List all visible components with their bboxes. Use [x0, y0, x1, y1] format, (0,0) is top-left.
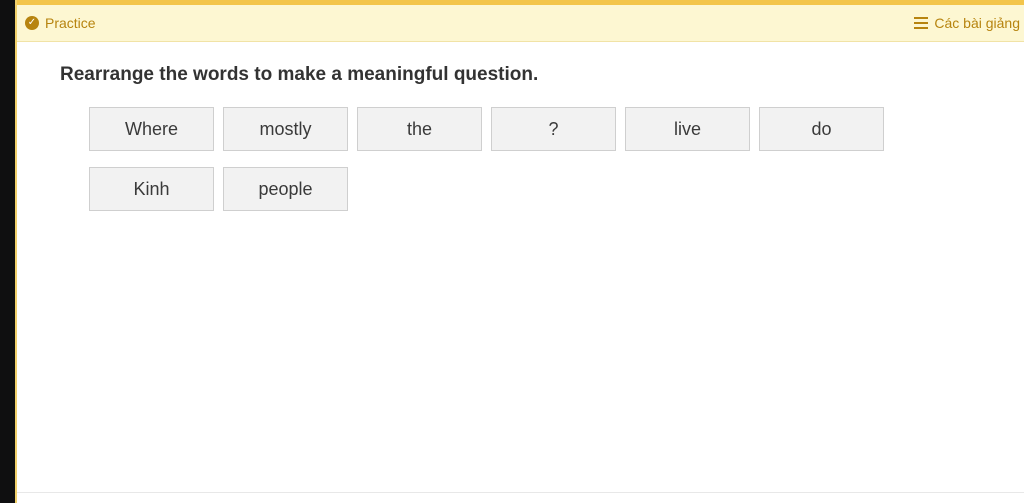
- word-tile[interactable]: mostly: [223, 107, 348, 151]
- lessons-menu[interactable]: Các bài giảng: [914, 15, 1020, 31]
- footer-divider: [17, 492, 1024, 493]
- word-tile[interactable]: Where: [89, 107, 214, 151]
- word-tile[interactable]: ?: [491, 107, 616, 151]
- menu-icon: [914, 17, 929, 29]
- word-bank: Where mostly the ? live do Kinh people: [89, 107, 909, 211]
- lessons-label: Các bài giảng: [934, 15, 1020, 31]
- word-tile[interactable]: people: [223, 167, 348, 211]
- practice-tab[interactable]: ✓ Practice: [25, 15, 96, 31]
- word-tile[interactable]: the: [357, 107, 482, 151]
- word-tile[interactable]: live: [625, 107, 750, 151]
- practice-label: Practice: [45, 15, 96, 31]
- check-circle-icon: ✓: [25, 16, 39, 30]
- practice-panel: ✓ Practice Các bài giảng Rearrange the w…: [15, 0, 1024, 503]
- practice-header: ✓ Practice Các bài giảng: [17, 5, 1024, 42]
- word-tile[interactable]: do: [759, 107, 884, 151]
- question-prompt: Rearrange the words to make a meaningful…: [60, 64, 539, 85]
- word-tile[interactable]: Kinh: [89, 167, 214, 211]
